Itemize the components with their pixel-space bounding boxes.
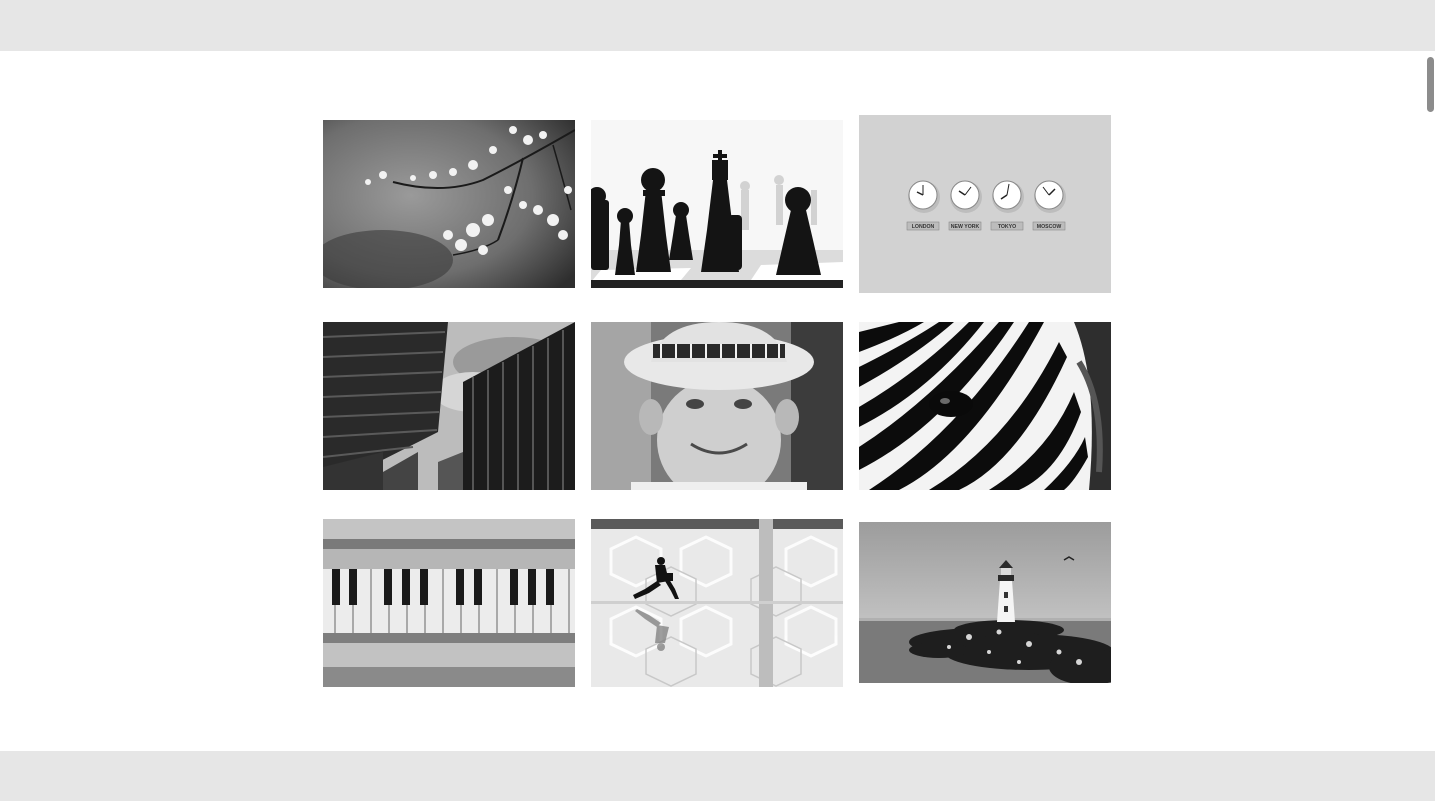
lighthouse-photo[interactable] [859,522,1111,683]
cherry-blossom-photo[interactable] [323,120,575,288]
scrollbar-thumb[interactable] [1427,57,1434,112]
bottom-bar [0,751,1435,801]
zebra-photo[interactable] [859,322,1111,490]
world-clocks-photo[interactable]: LONDON NEW YORK TOKYO MOSCOW [859,115,1111,293]
running-man-photo[interactable] [591,519,843,687]
piano-keys-photo[interactable] [323,519,575,687]
chess-pieces-photo[interactable] [591,120,843,288]
clock-label-moscow: MOSCOW [1037,224,1062,230]
image-gallery: LONDON NEW YORK TOKYO MOSCOW [0,0,1435,801]
clock-label-tokyo: TOKYO [998,224,1016,230]
skyscrapers-photo[interactable] [323,322,575,490]
smiling-boy-photo[interactable] [591,322,843,490]
clock-label-new-york: NEW YORK [951,224,980,230]
clock-label-london: LONDON [912,224,935,230]
